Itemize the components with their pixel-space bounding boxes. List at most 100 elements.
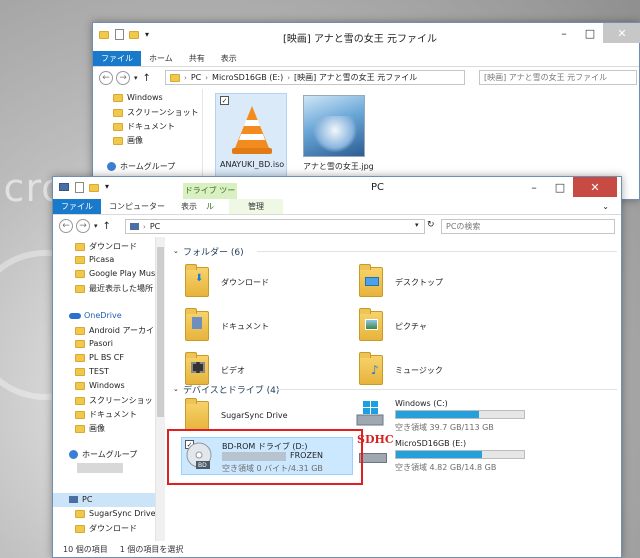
address-bar[interactable]: › PC [125, 219, 425, 234]
back-window-title: [映画] アナと雪の女王 元ファイル [283, 34, 437, 45]
breadcrumb-pc[interactable]: PC [150, 222, 160, 231]
checkbox[interactable]: ✓ [220, 96, 229, 105]
tab-file[interactable]: ファイル [93, 51, 141, 66]
vlc-cone-icon [232, 106, 272, 154]
nav-item-documents[interactable]: ドキュメント [113, 121, 175, 132]
music-note-icon: ♪ [371, 363, 379, 377]
breadcrumb-folder[interactable]: [映画] アナと雪の女王 元ファイル [294, 72, 417, 83]
search-input[interactable]: PCの検索 [441, 219, 615, 234]
qat-new-folder-icon[interactable] [89, 184, 99, 192]
nav-item-images[interactable]: 画像 [75, 423, 105, 434]
file-item-iso[interactable]: ✓ ANAYUKI_BD.iso [215, 93, 287, 183]
nav-item-pl-bs-cf[interactable]: PL BS CF [75, 353, 124, 362]
back-ribbon-tabs: ファイル ホーム 共有 表示 [93, 51, 639, 67]
status-selected-count: 1 個の項目を選択 [119, 544, 184, 554]
maximize-button[interactable]: □ [577, 23, 603, 43]
breadcrumb-microsd[interactable]: MicroSD16GB (E:) [212, 73, 283, 82]
history-dropdown-icon[interactable]: ▾ [94, 222, 98, 230]
nav-item-images[interactable]: 画像 [113, 135, 143, 146]
nav-item-picasa[interactable]: Picasa [75, 255, 114, 264]
forward-button[interactable]: → [76, 219, 90, 233]
drive-item-sugarsync[interactable]: SugarSync Drive [183, 397, 343, 433]
address-dropdown-icon[interactable]: ▾ [415, 221, 419, 229]
tab-share[interactable]: 共有 [181, 51, 213, 66]
front-ribbon-tabs: ファイル コンピューター 表示 管理 ⌄ [53, 199, 621, 215]
nav-item-windows[interactable]: Windows [113, 93, 163, 102]
breadcrumb-pc[interactable]: PC [191, 73, 201, 82]
nav-item-sugarsync[interactable]: SugarSync Drive [75, 509, 156, 518]
drive-item-microsd-e[interactable]: SDHC MicroSD16GB (E:) 空き領域 4.82 GB/14.8 … [355, 433, 535, 473]
history-dropdown-icon[interactable]: ▾ [134, 74, 138, 82]
qat-dropdown-icon[interactable]: ▾ [105, 182, 109, 191]
back-title-bar: ▾ [映画] アナと雪の女王 元ファイル – □ ✕ [93, 23, 640, 51]
qat-properties-icon[interactable] [115, 29, 124, 40]
nav-item-google-play[interactable]: Google Play Mus [75, 269, 155, 278]
folder-item-desktop[interactable]: デスクトップ [357, 261, 507, 301]
qat-new-folder-icon[interactable] [129, 31, 139, 39]
folders-group-header[interactable]: フォルダー (6) [183, 245, 244, 258]
devices-group-header[interactable]: デバイスとドライブ (4) [183, 383, 279, 396]
pc-icon [59, 183, 69, 191]
pc-icon [69, 496, 78, 503]
folder-item-music[interactable]: ♪ ミュージック [357, 349, 507, 389]
nav-item-screenshots[interactable]: スクリーンショット [75, 395, 161, 406]
tab-home[interactable]: ホーム [141, 51, 181, 66]
maximize-button[interactable]: □ [547, 177, 573, 197]
front-title-bar: ▾ ドライブ ツール PC – □ ✕ [53, 177, 621, 211]
nav-item-pc-downloads[interactable]: ダウンロード [75, 523, 137, 534]
homegroup-icon [69, 450, 78, 459]
qat-dropdown-icon[interactable]: ▾ [145, 30, 149, 39]
back-explorer-window: ▾ [映画] アナと雪の女王 元ファイル – □ ✕ ファイル ホーム 共有 表… [92, 22, 640, 201]
picture-icon [365, 319, 378, 330]
tab-view[interactable]: 表示 [173, 199, 205, 214]
nav-item-onedrive[interactable]: OneDrive [69, 311, 122, 320]
nav-item-downloads[interactable]: ダウンロード [75, 241, 137, 252]
folder-item-pictures[interactable]: ピクチャ [357, 305, 507, 345]
drive-e-usage-bar [395, 450, 525, 459]
nav-item-documents[interactable]: ドキュメント [75, 409, 137, 420]
up-button[interactable]: ↑ [103, 221, 111, 232]
up-button[interactable]: ↑ [143, 73, 151, 84]
folder-item-downloads[interactable]: ⬇ ダウンロード [183, 261, 333, 301]
nav-scrollbar[interactable] [155, 237, 165, 543]
close-button[interactable]: ✕ [603, 23, 640, 43]
status-bar: 10 個の項目 1 個の項目を選択 [53, 541, 621, 557]
tab-computer[interactable]: コンピューター [101, 199, 173, 214]
front-explorer-window: ▾ ドライブ ツール PC – □ ✕ ファイル コンピューター 表示 管理 ⌄… [52, 176, 622, 558]
address-bar[interactable]: › PC › MicroSD16GB (E:) › [映画] アナと雪の女王 元… [165, 70, 465, 85]
back-button[interactable]: ← [99, 71, 113, 85]
nav-item-recent-places[interactable]: 最近表示した場所 [75, 283, 153, 294]
refresh-icon[interactable]: ↻ [427, 220, 435, 230]
tab-view[interactable]: 表示 [213, 51, 245, 66]
nav-item-homegroup[interactable]: ホームグループ [107, 161, 175, 172]
nav-item-windows[interactable]: Windows [75, 381, 125, 390]
removable-drive-icon [359, 453, 387, 463]
folder-item-documents[interactable]: ドキュメント [183, 305, 333, 345]
tab-file[interactable]: ファイル [53, 199, 101, 214]
desktop-icon [365, 277, 379, 286]
nav-scrollbar-thumb[interactable] [157, 247, 164, 417]
collapse-folders-icon[interactable]: ⌄ [173, 247, 179, 255]
tab-manage[interactable]: 管理 [229, 199, 283, 214]
file-item-jpg[interactable]: アナと雪の女王.jpg [297, 93, 377, 183]
ribbon-expand-icon[interactable]: ⌄ [602, 202, 609, 211]
document-icon [192, 317, 202, 329]
minimize-button[interactable]: – [521, 177, 547, 197]
qat-properties-icon[interactable] [75, 182, 84, 193]
collapse-devices-icon[interactable]: ⌄ [173, 385, 179, 393]
nav-item-homegroup[interactable]: ホームグループ [69, 449, 137, 460]
cloud-icon [69, 312, 81, 319]
file-name-jpg: アナと雪の女王.jpg [303, 162, 374, 171]
nav-item-screenshots[interactable]: スクリーンショット [113, 107, 199, 118]
back-button[interactable]: ← [59, 219, 73, 233]
drive-item-windows-c[interactable]: Windows (C:) 空き領域 39.7 GB/113 GB [355, 397, 535, 433]
content-pane: ⌄ フォルダー (6) ⬇ ダウンロード ドキュメント ビデオ デスクトップ ピ… [167, 237, 623, 543]
minimize-button[interactable]: – [551, 23, 577, 43]
search-input[interactable]: [映画] アナと雪の女王 元ファイル [479, 70, 637, 85]
close-button[interactable]: ✕ [573, 177, 617, 197]
forward-button[interactable]: → [116, 71, 130, 85]
nav-item-android[interactable]: Android アーカイブ [75, 325, 162, 336]
nav-item-pasori[interactable]: Pasori [75, 339, 113, 348]
folder-icon [99, 31, 109, 39]
nav-item-test[interactable]: TEST [75, 367, 109, 376]
